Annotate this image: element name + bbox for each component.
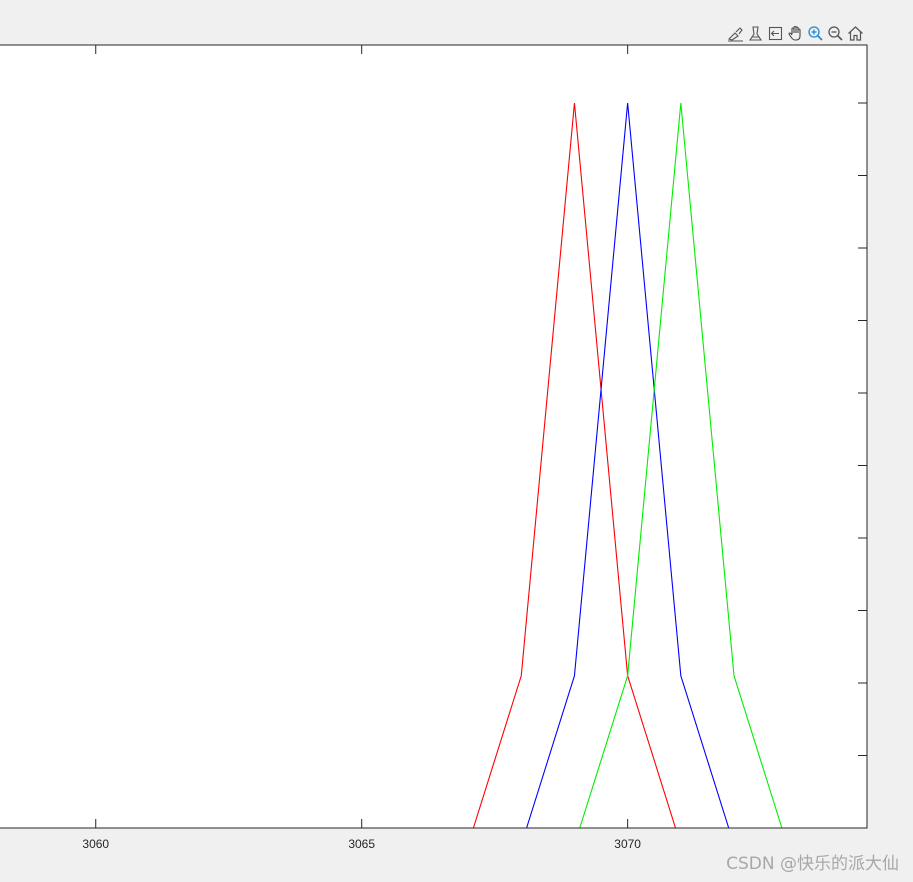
x-tick-labels: 3060 3065 3070 (82, 837, 641, 851)
axes-background (0, 45, 867, 828)
zoom-out-icon (827, 25, 843, 41)
zoom-in-button[interactable] (806, 24, 824, 42)
figure: 3060 3065 3070 (0, 44, 868, 851)
x-tick-label: 3060 (82, 837, 109, 851)
zoom-out-button[interactable] (826, 24, 844, 42)
brush-button[interactable] (726, 24, 744, 42)
restore-view-button[interactable] (766, 24, 784, 42)
x-tick-label: 3065 (348, 837, 375, 851)
brush-icon (727, 26, 743, 41)
zoom-in-icon (807, 25, 823, 41)
data-tips-icon (748, 25, 762, 41)
home-button[interactable] (846, 24, 864, 42)
home-icon (847, 25, 863, 41)
data-tips-button[interactable] (746, 24, 764, 42)
pan-button[interactable] (786, 24, 804, 42)
axes-toolbar (726, 24, 864, 42)
pan-icon (787, 25, 801, 41)
restore-view-icon (768, 26, 782, 40)
x-tick-label: 3070 (614, 837, 641, 851)
watermark: CSDN @快乐的派大仙 (726, 854, 899, 874)
